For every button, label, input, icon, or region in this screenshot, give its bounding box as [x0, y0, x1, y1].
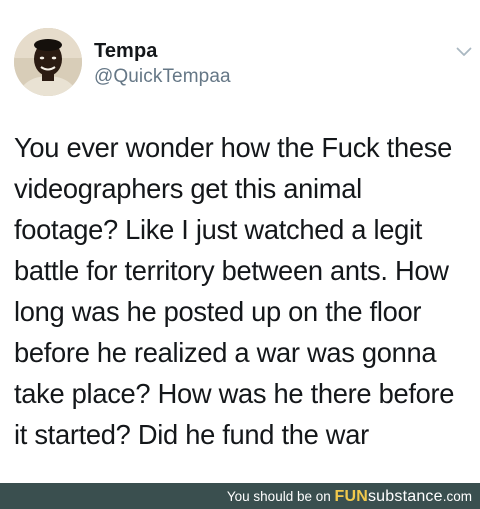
chevron-down-icon[interactable] — [456, 46, 472, 58]
tweet-screenshot: Tempa @QuickTempaa You ever wonder how t… — [0, 0, 480, 509]
brand-fun: FUN — [334, 488, 368, 505]
brand-logo: FUNsubstance — [335, 488, 443, 505]
user-avatar-icon — [14, 28, 82, 96]
display-name[interactable]: Tempa — [94, 40, 157, 63]
watermark-text: You should be on FUNsubstance.com — [227, 488, 472, 506]
brand-substance: substance — [367, 488, 443, 505]
tweet-text: You ever wonder how the Fuck these video… — [14, 132, 455, 450]
avatar[interactable] — [14, 28, 82, 96]
watermark-prefix: You should be on — [226, 489, 335, 504]
watermark-suffix: .com — [442, 489, 472, 504]
watermark-footer: You should be on FUNsubstance.com — [0, 483, 480, 509]
user-handle[interactable]: @QuickTempaa — [94, 66, 231, 88]
tweet-header: Tempa @QuickTempaa — [0, 0, 480, 110]
